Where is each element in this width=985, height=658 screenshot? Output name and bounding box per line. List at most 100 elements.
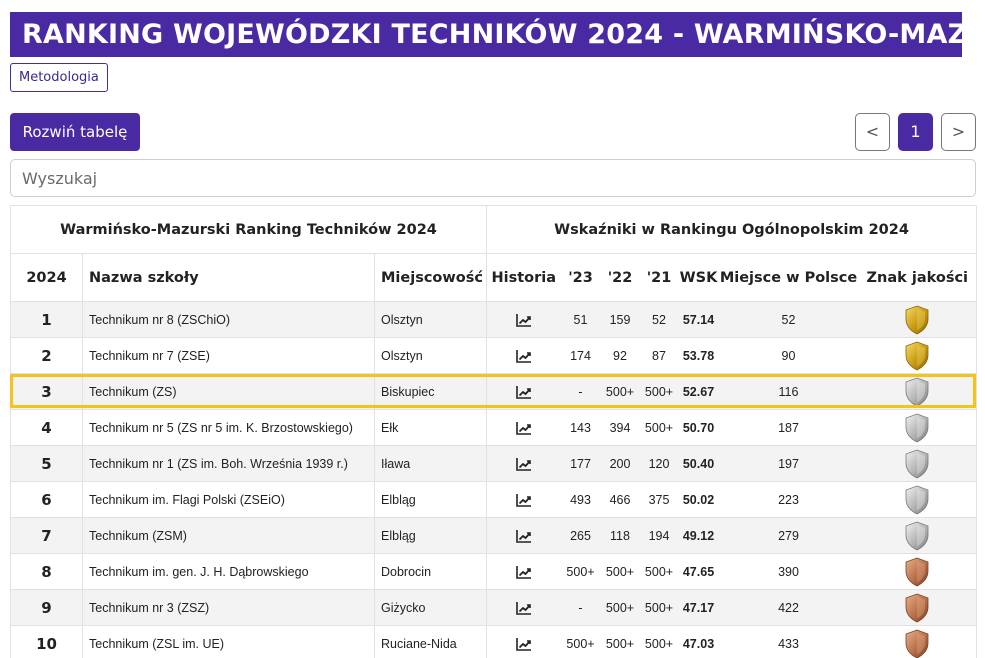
trend-chart-icon[interactable]: [515, 457, 532, 471]
city-cell: Elbląg: [374, 481, 487, 518]
school-name-cell[interactable]: Technikum (ZSL im. UE): [82, 625, 375, 658]
school-name-cell[interactable]: Technikum (ZS): [82, 373, 375, 410]
table-row[interactable]: 9 Technikum nr 3 (ZSZ) Giżycko -500+ 500+ 47.…: [10, 589, 978, 626]
school-name-cell[interactable]: Technikum nr 7 (ZSE): [82, 337, 375, 374]
wsk-cell: 50.02: [678, 481, 719, 518]
wsk-cell: 47.03: [678, 625, 719, 658]
trend-chart-icon[interactable]: [515, 565, 532, 579]
quality-badge-cell: [858, 409, 978, 446]
col-header-y22[interactable]: '22: [600, 253, 640, 302]
col-header-poland-place[interactable]: Miejsce w Polsce: [718, 253, 859, 302]
rank-cell: 2: [10, 337, 83, 374]
history-cell: [486, 517, 561, 554]
table-row[interactable]: 10 Technikum (ZSL im. UE) Ruciane-Nida 500+…: [10, 625, 978, 658]
y21-cell: 194: [639, 517, 679, 554]
page-1-button[interactable]: 1: [898, 113, 933, 151]
col-header-rank[interactable]: 2024: [10, 253, 83, 302]
trend-chart-icon[interactable]: [515, 421, 532, 435]
y23-cell: 500+: [560, 553, 601, 590]
school-name-cell[interactable]: Technikum nr 3 (ZSZ): [82, 589, 375, 626]
rank-cell: 10: [10, 625, 83, 658]
y22-cell: 500+: [600, 625, 640, 658]
y22-cell: 500+: [600, 553, 640, 590]
expand-table-button[interactable]: Rozwiń tabelę: [10, 113, 140, 151]
poland-place-cell: 422: [718, 589, 859, 626]
trend-chart-icon[interactable]: [515, 493, 532, 507]
rank-cell: 9: [10, 589, 83, 626]
quality-badge-cell: [858, 445, 978, 482]
y21-cell: 87: [639, 337, 679, 374]
prev-page-button[interactable]: <: [855, 113, 890, 151]
methodology-button[interactable]: Metodologia: [10, 63, 108, 92]
next-page-button[interactable]: >: [941, 113, 976, 151]
y23-cell: 143: [560, 409, 601, 446]
y22-cell: 159: [600, 301, 640, 338]
table-row[interactable]: 3 Technikum (ZS) Biskupiec -500+ 500+ 52.67 11…: [10, 373, 978, 410]
wsk-cell: 49.12: [678, 517, 719, 554]
table-row[interactable]: 6 Technikum im. Flagi Polski (ZSEiO) Elblą…: [10, 481, 978, 518]
poland-place-cell: 90: [718, 337, 859, 374]
history-cell: [486, 409, 561, 446]
poland-place-cell: 116: [718, 373, 859, 410]
col-header-y21[interactable]: '21: [639, 253, 679, 302]
city-cell: Ełk: [374, 409, 487, 446]
silver-shield-icon: [905, 377, 929, 407]
page-title: RANKING WOJEWÓDZKI TECHNIKÓW 2024 - WARM…: [10, 12, 962, 57]
trend-chart-icon[interactable]: [515, 385, 532, 399]
school-name-cell[interactable]: Technikum (ZSM): [82, 517, 375, 554]
city-cell: Elbląg: [374, 517, 487, 554]
history-cell: [486, 373, 561, 410]
poland-place-cell: 390: [718, 553, 859, 590]
y21-cell: 500+: [639, 373, 679, 410]
y23-cell: 265: [560, 517, 601, 554]
bronze-shield-icon: [905, 593, 929, 623]
y23-cell: -: [560, 589, 601, 626]
school-name-cell[interactable]: Technikum im. Flagi Polski (ZSEiO): [82, 481, 375, 518]
y21-cell: 500+: [639, 409, 679, 446]
rank-cell: 4: [10, 409, 83, 446]
col-header-city[interactable]: Miejscowość: [374, 253, 487, 302]
school-name-cell[interactable]: Technikum nr 5 (ZS nr 5 im. K. Brzostows…: [82, 409, 375, 446]
search-input[interactable]: [10, 159, 976, 197]
y22-cell: 500+: [600, 373, 640, 410]
table-row[interactable]: 7 Technikum (ZSM) Elbląg 265 118 194 49.12 279: [10, 517, 978, 554]
poland-place-cell: 197: [718, 445, 859, 482]
quality-badge-cell: [858, 589, 978, 626]
trend-chart-icon[interactable]: [515, 313, 532, 327]
col-header-school[interactable]: Nazwa szkoły: [82, 253, 375, 302]
school-name-cell[interactable]: Technikum nr 8 (ZSChiO): [82, 301, 375, 338]
wsk-cell: 50.70: [678, 409, 719, 446]
trend-chart-icon[interactable]: [515, 349, 532, 363]
table-row[interactable]: 8 Technikum im. gen. J. H. Dąbrowskiego Do…: [10, 553, 978, 590]
trend-chart-icon[interactable]: [515, 529, 532, 543]
table-row[interactable]: 4 Technikum nr 5 (ZS nr 5 im. K. Brzostow…: [10, 409, 978, 446]
quality-badge-cell: [858, 481, 978, 518]
table-row[interactable]: 2 Technikum nr 7 (ZSE) Olsztyn 174 92 87 53.78…: [10, 337, 978, 374]
pagination: < 1 >: [855, 113, 976, 151]
poland-place-cell: 223: [718, 481, 859, 518]
school-name-cell[interactable]: Technikum nr 1 (ZS im. Boh. Września 193…: [82, 445, 375, 482]
y23-cell: 174: [560, 337, 601, 374]
city-cell: Ruciane-Nida: [374, 625, 487, 658]
history-cell: [486, 337, 561, 374]
trend-chart-icon[interactable]: [515, 637, 532, 651]
gold-shield-icon: [905, 305, 929, 335]
table-row[interactable]: 5 Technikum nr 1 (ZS im. Boh. Września 19…: [10, 445, 978, 482]
trend-chart-icon[interactable]: [515, 601, 532, 615]
y22-cell: 200: [600, 445, 640, 482]
col-header-y23[interactable]: '23: [560, 253, 601, 302]
bronze-shield-icon: [905, 629, 929, 658]
city-cell: Olsztyn: [374, 301, 487, 338]
table-row[interactable]: 1 Technikum nr 8 (ZSChiO) Olsztyn 51 159 52 57…: [10, 301, 978, 338]
col-header-history: Historia: [486, 253, 561, 302]
school-name-cell[interactable]: Technikum im. gen. J. H. Dąbrowskiego: [82, 553, 375, 590]
rank-cell: 5: [10, 445, 83, 482]
rank-cell: 1: [10, 301, 83, 338]
ranking-table: Warmińsko-Mazurski Ranking Techników 202…: [10, 205, 978, 658]
poland-place-cell: 187: [718, 409, 859, 446]
col-header-wsk[interactable]: WSK: [678, 253, 719, 302]
y22-cell: 394: [600, 409, 640, 446]
wsk-cell: 47.17: [678, 589, 719, 626]
y22-cell: 500+: [600, 589, 640, 626]
quality-badge-cell: [858, 373, 978, 410]
